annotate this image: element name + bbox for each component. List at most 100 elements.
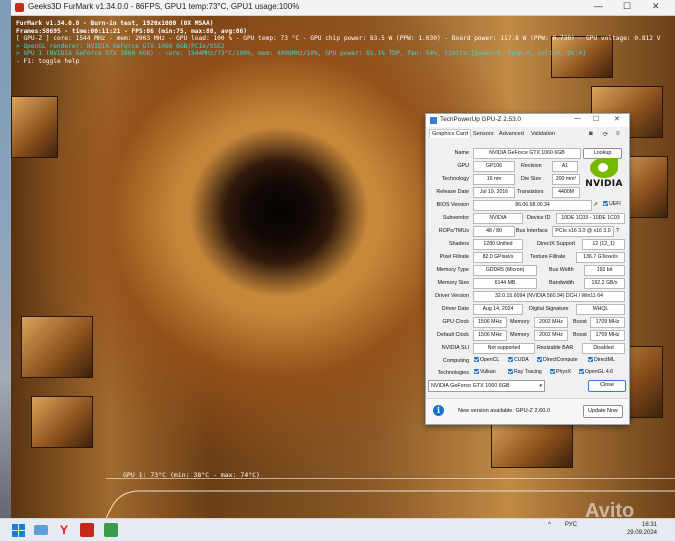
checkbox-icon [508, 369, 513, 375]
clock-time: 16:31 [641, 522, 657, 528]
furmark-titlebar[interactable]: Geeks3D FurMark v1.34.0.0 - 86FPS, GPU1 … [11, 0, 675, 16]
tab-advanced[interactable]: Advanced [497, 130, 526, 138]
resizable-bar-label: Resizable BAR [537, 345, 574, 351]
gpu-label: GPU [457, 163, 469, 169]
checkbox-icon [579, 369, 584, 375]
transistors-label: Transistors [517, 189, 544, 195]
sli-value: Not supported [473, 343, 535, 354]
tab-sensors[interactable]: Sensors [471, 130, 496, 138]
row-memtype: Memory Type GDDR5 (Micron) Bus Width 192… [426, 264, 629, 277]
nvidia-logo: NVIDIA [584, 158, 624, 194]
gpuz-titlebar[interactable]: TechPowerUp GPU-Z 2.53.0 — ☐ ✕ [426, 114, 629, 127]
digital-signature-value: WHQL [576, 304, 625, 315]
texture-fillrate-label: Texture Fillrate [530, 254, 566, 260]
directml-check: DirectML [588, 357, 615, 363]
gpuz-window-title: TechPowerUp GPU-Z 2.53.0 [440, 116, 521, 123]
physx-check: PhysX [550, 369, 571, 375]
bandwidth-value: 192.2 GB/s [584, 278, 625, 289]
pixel-fillrate-value: 82.0 GPixel/s [473, 252, 523, 263]
checkbox-icon [537, 357, 542, 363]
checkbox-icon [508, 357, 513, 363]
osd-line: - F1: toggle help [16, 57, 80, 65]
cuda-label: CUDA [514, 357, 529, 363]
fur-cube-tile [11, 96, 58, 158]
tray-chevron-icon[interactable]: ^ [548, 522, 551, 528]
taskbar-clock[interactable]: 16:31 29.09.2024 [627, 521, 657, 537]
shaders-label: Shaders [448, 241, 469, 247]
memory-type-label: Memory Type [436, 267, 469, 273]
release-value: Jul 19, 2016 [473, 187, 515, 198]
explorer-icon[interactable] [34, 525, 48, 535]
driver-version-value: 32.0.15.6094 (NVIDIA 560.94) DCH / Win11… [473, 291, 625, 302]
maximize-icon[interactable]: ☐ [593, 115, 599, 123]
revision-value: A1 [552, 161, 578, 172]
furmark-window-title: Geeks3D FurMark v1.34.0.0 - 86FPS, GPU1 … [28, 2, 300, 11]
memory-size-label: Memory Size [437, 280, 469, 286]
memory-clock-value: 2002 MHz [534, 317, 568, 328]
windows-start-icon[interactable] [11, 523, 25, 537]
fur-cube-tile [21, 316, 93, 378]
minimize-icon[interactable]: — [594, 1, 603, 11]
furmark-osd: FurMark v1.34.0.8 - Burn-in test, 1920x1… [16, 20, 660, 66]
clock-date: 29.09.2024 [626, 530, 657, 536]
die-size-label: Die Size [521, 176, 542, 182]
close-icon[interactable]: ✕ [652, 1, 660, 12]
texture-fillrate-value: 136.7 GTexel/s [576, 252, 625, 263]
technologies-label: Technologies [437, 370, 469, 376]
uefi-label: UEFI [609, 201, 621, 207]
name-value: NVIDIA GeForce GTX 1060 6GB [473, 148, 581, 159]
bus-label: Bus Interface [516, 228, 548, 234]
cuda-check: CUDA [508, 357, 529, 363]
close-icon[interactable]: ✕ [614, 115, 620, 123]
computing-label: Computing [442, 358, 469, 364]
gpuz-window[interactable]: TechPowerUp GPU-Z 2.53.0 — ☐ ✕ Graphics … [425, 113, 630, 425]
maximize-icon[interactable]: ☐ [623, 1, 631, 12]
help-icon[interactable]: ? [616, 228, 619, 234]
nvidia-logo-text: NVIDIA [585, 179, 623, 189]
row-rops: ROPs/TMUs 48 / 80 Bus Interface PCIe x16… [426, 225, 629, 238]
row-shaders: Shaders 1280 Unified DirectX Support 12 … [426, 238, 629, 251]
default-boost-value: 1709 MHz [590, 330, 625, 341]
furmark-taskbar-icon[interactable] [80, 523, 94, 537]
yandex-browser-icon[interactable]: Y [57, 523, 71, 537]
die-size-value: 200 mm² [552, 174, 580, 185]
menu-icon[interactable]: ≡ [616, 131, 620, 137]
furmark-app-icon [15, 3, 24, 12]
driver-version-label: Driver Version [435, 293, 469, 299]
row-bios: BIOS Version 86.06.68.00.34 ⇗ UEFI [426, 199, 629, 212]
bios-value: 86.06.68.00.34 [473, 200, 592, 211]
uefi-check: UEFI [603, 201, 621, 207]
tray-language[interactable]: РУС [565, 522, 577, 528]
update-now-button[interactable]: Update Now [583, 405, 623, 418]
minimize-icon[interactable]: — [574, 115, 581, 122]
sli-label: NVIDIA SLI [441, 345, 469, 351]
row-subvendor: Subvendor NVIDIA Device ID 10DE 1C03 - 1… [426, 212, 629, 225]
row-sli: NVIDIA SLI Not supported Resizable BAR D… [426, 342, 629, 355]
checkbox-icon [603, 201, 608, 207]
tab-graphics-card[interactable]: Graphics Card [429, 129, 472, 138]
digital-signature-label: Digital Signature [529, 306, 569, 312]
osd-line: [ GPU-Z ] core: 1544 MHz - mem: 2003 MHz… [16, 35, 661, 43]
row-gpuclock: GPU Clock 1506 MHz Memory 2002 MHz Boost… [426, 316, 629, 329]
share-icon[interactable]: ⇗ [593, 201, 598, 208]
device-id-label: Device ID [527, 215, 551, 221]
default-memory-label: Memory [510, 332, 530, 338]
vulkan-label: Vulkan [480, 369, 496, 375]
memory-clock-label: Memory [510, 319, 530, 325]
default-clock-value: 1506 MHz [473, 330, 507, 341]
raytracing-check: Ray Tracing [508, 369, 542, 375]
boost-label: Boost [573, 319, 587, 325]
transistors-value: 4400M [552, 187, 580, 198]
update-notification: i New version available: GPU-Z 2.60.0 Up… [425, 398, 630, 425]
driver-date-value: Aug 14, 2024 [473, 304, 523, 315]
camera-icon[interactable]: ◙ [589, 131, 593, 137]
checkbox-icon [550, 369, 555, 375]
refresh-icon[interactable]: ⟳ [603, 131, 608, 138]
gpuz-taskbar-icon[interactable] [104, 523, 118, 537]
update-text: New version available: GPU-Z 2.60.0 [458, 408, 551, 414]
physx-label: PhysX [556, 369, 571, 375]
tab-validation[interactable]: Validation [529, 130, 557, 138]
close-button[interactable]: Close [588, 380, 626, 392]
gpu-select[interactable]: NVIDIA GeForce GTX 1060 6GB ▾ [428, 380, 545, 392]
resizable-bar-value: Disabled [582, 343, 625, 354]
